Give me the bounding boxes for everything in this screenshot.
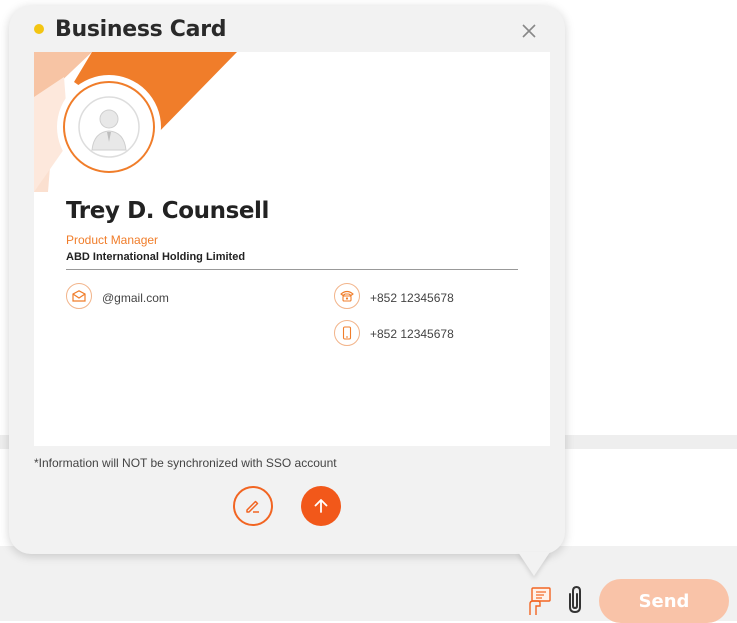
sync-note: *Information will NOT be synchronized wi… (34, 456, 337, 470)
avatar (78, 96, 140, 158)
card-decoration (34, 52, 237, 192)
mobile-icon (334, 320, 360, 346)
card-mobile-phone: +852 12345678 (370, 327, 454, 341)
card-name: Trey D. Counsell (66, 198, 270, 224)
card-divider (66, 269, 518, 270)
popup-title: Business Card (55, 17, 227, 42)
edit-icon (246, 500, 259, 513)
card-job-title: Product Manager (66, 233, 159, 247)
paperclip-icon (569, 585, 581, 614)
close-button[interactable] (518, 20, 540, 42)
popup-pointer (518, 552, 550, 576)
send-button[interactable]: Send (599, 579, 729, 623)
email-icon (66, 283, 92, 309)
attach-button[interactable] (562, 584, 588, 616)
phone-icon (334, 283, 360, 309)
business-card-icon (529, 587, 551, 615)
send-card-button[interactable] (301, 486, 341, 526)
business-card-popup: Business Card Trey D. Counsell Product M… (9, 6, 565, 554)
card-email: @gmail.com (102, 291, 169, 305)
business-card: Trey D. Counsell Product Manager ABD Int… (34, 52, 550, 446)
status-dot (34, 24, 44, 34)
edit-card-button[interactable] (233, 486, 273, 526)
card-office-phone: +852 12345678 (370, 291, 454, 305)
business-card-button[interactable] (527, 586, 553, 616)
arrow-up-icon (314, 499, 328, 513)
card-company: ABD International Holding Limited (66, 251, 246, 263)
close-icon (522, 24, 536, 38)
